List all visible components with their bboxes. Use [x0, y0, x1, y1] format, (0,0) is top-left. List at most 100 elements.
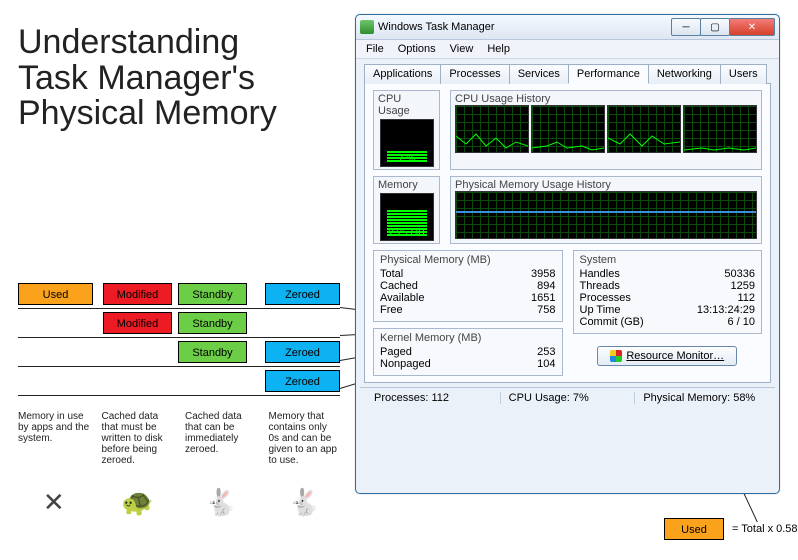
tab-services[interactable]: Services: [509, 64, 569, 84]
cpu-history-graph-4: [683, 105, 757, 153]
annotation-used-cell: Used: [664, 518, 724, 540]
system-processes-label: Processes: [580, 292, 631, 304]
mem-history-label: Physical Memory Usage History: [455, 179, 757, 191]
mem-history-graph: [455, 191, 757, 239]
cpu-meter: 7 %: [380, 119, 434, 167]
menu-options[interactable]: Options: [398, 43, 436, 55]
phys-mem-free: 758: [537, 304, 555, 316]
resource-monitor-button[interactable]: Resource Monitor…: [597, 346, 737, 366]
kernel-paged: 253: [537, 346, 555, 358]
legend-cell-modified-2: Modified: [103, 312, 172, 334]
heading-line-3: Physical Memory: [18, 94, 277, 132]
rabbit-icon: 🐇: [185, 487, 257, 518]
tab-users[interactable]: Users: [720, 64, 767, 84]
statusbar: Processes: 112 CPU Usage: 7% Physical Me…: [360, 387, 775, 408]
system-processes: 112: [737, 292, 755, 304]
memory-value: 2.25 GB: [381, 228, 433, 239]
kernel-paged-label: Paged: [380, 346, 412, 358]
cpu-history-graph-1: [455, 105, 529, 153]
legend-row-total: Used Modified Standby Zeroed: [18, 280, 340, 309]
phys-mem-total-label: Total: [380, 268, 403, 280]
legend-descriptions: Memory in use by apps and the system. Ca…: [18, 411, 340, 466]
kernel-memory-group: Kernel Memory (MB) Paged 253 Nonpaged 104: [373, 328, 563, 376]
legend-row-free: Zeroed: [18, 367, 340, 396]
desc-standby: Cached data that can be immediately zero…: [185, 411, 257, 466]
legend-cell-zeroed: Zeroed: [265, 283, 340, 305]
maximize-button[interactable]: ▢: [700, 18, 730, 36]
system-handles-label: Handles: [580, 268, 620, 280]
cpu-history-graph-3: [607, 105, 681, 153]
task-manager-window: Windows Task Manager ─ ▢ ✕ File Options …: [355, 14, 780, 494]
legend-cell-zeroed-3: Zeroed: [265, 370, 340, 392]
memory-label: Memory: [378, 179, 435, 191]
system-commit-label: Commit (GB): [580, 316, 644, 328]
physical-memory-group: Physical Memory (MB) Total 3958 Cached 894…: [373, 250, 563, 322]
cpu-usage-label: CPU Usage: [378, 93, 435, 117]
minimize-button[interactable]: ─: [671, 18, 701, 36]
kernel-nonpaged: 104: [537, 358, 555, 370]
system-uptime: 13:13:24:29: [697, 304, 755, 316]
system-uptime-label: Up Time: [580, 304, 621, 316]
legend-row-cached: Modified Standby: [18, 309, 340, 338]
menu-file[interactable]: File: [366, 43, 384, 55]
legend-cell-standby-3: Standby: [178, 341, 247, 363]
kernel-mem-title: Kernel Memory (MB): [380, 332, 556, 344]
tab-performance[interactable]: Performance: [568, 64, 649, 84]
tab-strip: Applications Processes Services Performa…: [364, 63, 771, 84]
legend-cell-modified: Modified: [103, 283, 172, 305]
app-icon: [360, 20, 374, 34]
shield-icon: [610, 350, 622, 362]
kernel-nonpaged-label: Nonpaged: [380, 358, 431, 370]
system-threads: 1259: [731, 280, 755, 292]
phys-mem-cached-label: Cached: [380, 280, 418, 292]
mem-history-box: Physical Memory Usage History: [450, 176, 762, 244]
memory-box: Memory 2.25 GB: [373, 176, 440, 244]
tab-applications[interactable]: Applications: [364, 64, 441, 84]
phys-mem-cached: 894: [537, 280, 555, 292]
legend-icons: ✕ 🐢 🐇 🐇: [18, 487, 340, 518]
status-memory: Physical Memory: 58%: [634, 392, 769, 404]
performance-panel: CPU Usage 7 % CPU Usage History Memory: [364, 84, 771, 383]
phys-mem-available-label: Available: [380, 292, 424, 304]
menu-help[interactable]: Help: [487, 43, 510, 55]
page-title: Understanding Task Manager's Physical Me…: [18, 25, 277, 132]
legend-cell-standby-2: Standby: [178, 312, 247, 334]
resource-monitor-label: Resource Monitor…: [626, 350, 724, 362]
resource-monitor-container: Resource Monitor…: [573, 340, 763, 366]
system-commit: 6 / 10: [727, 316, 755, 328]
desc-zeroed: Memory that contains only 0s and can be …: [269, 411, 341, 466]
window-title: Windows Task Manager: [378, 21, 672, 33]
status-cpu: CPU Usage: 7%: [500, 392, 635, 404]
desc-modified: Cached data that must be written to disk…: [102, 411, 174, 466]
phys-mem-title: Physical Memory (MB): [380, 254, 556, 266]
cpu-usage-box: CPU Usage 7 %: [373, 90, 440, 170]
heading-line-2: Task Manager's: [18, 59, 255, 97]
phys-mem-free-label: Free: [380, 304, 403, 316]
legend-cell-zeroed-2: Zeroed: [265, 341, 340, 363]
legend-cell-standby: Standby: [178, 283, 247, 305]
tab-networking[interactable]: Networking: [648, 64, 721, 84]
status-processes: Processes: 112: [366, 392, 500, 404]
tab-processes[interactable]: Processes: [440, 64, 509, 84]
phys-mem-available: 1651: [531, 292, 555, 304]
legend-cell-used: Used: [18, 283, 93, 305]
cpu-usage-value: 7 %: [381, 154, 433, 165]
titlebar[interactable]: Windows Task Manager ─ ▢ ✕: [356, 15, 779, 40]
heading-line-1: Understanding: [18, 23, 239, 61]
system-threads-label: Threads: [580, 280, 620, 292]
annotation-formula: Used = Total x 0.58: [664, 518, 798, 540]
rabbit-icon-2: 🐇: [269, 487, 341, 518]
menubar: File Options View Help: [356, 40, 779, 59]
legend-row-available: Standby Zeroed: [18, 338, 340, 367]
system-title: System: [580, 254, 756, 266]
cpu-history-box: CPU Usage History: [450, 90, 762, 170]
menu-view[interactable]: View: [450, 43, 474, 55]
turtle-icon: 🐢: [102, 487, 174, 518]
memory-meter: 2.25 GB: [380, 193, 434, 241]
cpu-history-label: CPU Usage History: [455, 93, 757, 105]
system-handles: 50336: [724, 268, 755, 280]
desc-used: Memory in use by apps and the system.: [18, 411, 90, 466]
system-group: System Handles 50336 Threads 1259 Processe…: [573, 250, 763, 334]
close-button[interactable]: ✕: [729, 18, 775, 36]
phys-mem-total: 3958: [531, 268, 555, 280]
